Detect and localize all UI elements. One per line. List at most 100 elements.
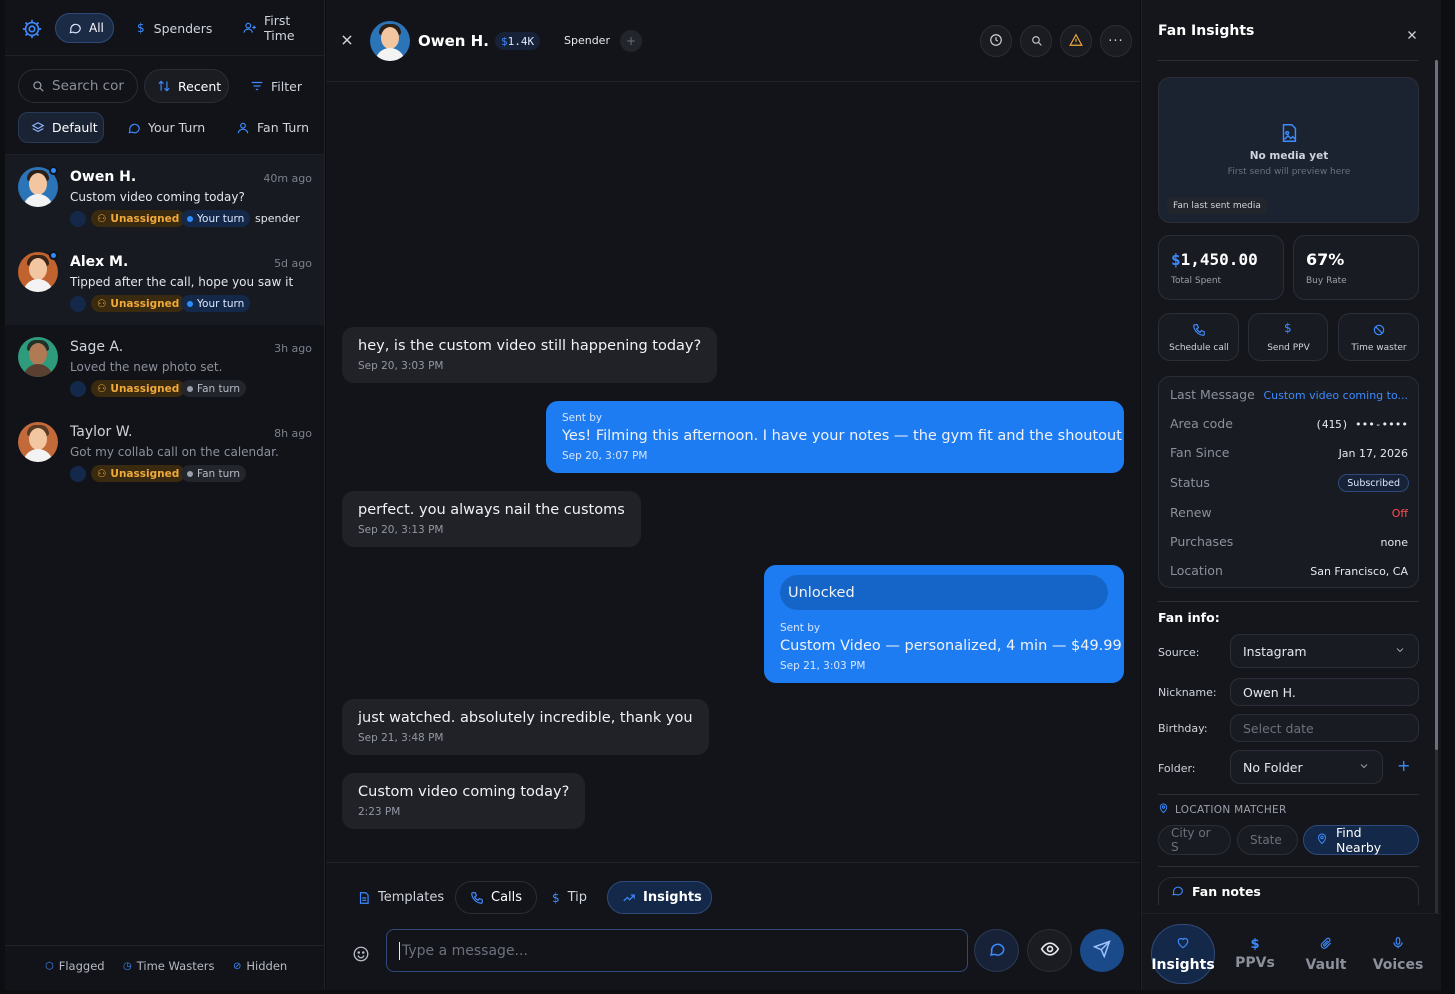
avatar [18, 422, 58, 462]
filter-button[interactable]: Filter [250, 69, 302, 103]
report-button[interactable] [1060, 25, 1092, 57]
app-window: All $ Spenders First Time Search cor Rec… [0, 0, 1455, 994]
divider [1158, 601, 1419, 602]
view-your-turn[interactable]: Your Turn [127, 112, 205, 143]
filter-tab-spenders[interactable]: $ Spenders [137, 13, 212, 43]
sort-recent-button[interactable]: Recent [144, 69, 229, 103]
unassigned-badge[interactable]: ⚇ Unassigned [91, 295, 186, 312]
unassigned-badge[interactable]: ⚇ Unassigned [91, 465, 186, 482]
more-dots-icon: ··· [1108, 33, 1124, 49]
search-chat-button[interactable] [1020, 25, 1052, 57]
unassigned-badge[interactable]: ⚇ Unassigned [91, 210, 186, 227]
unassigned-label: Unassigned [110, 297, 180, 310]
schedule-call-button[interactable]: Schedule call [1158, 313, 1239, 361]
state-input[interactable]: State [1237, 825, 1298, 855]
add-folder-button[interactable]: + [1397, 756, 1410, 775]
close-icon[interactable] [1406, 26, 1418, 39]
last-message-link[interactable]: Custom video coming to... [1263, 389, 1408, 402]
filter-label: Filter [271, 78, 302, 94]
media-label: Fan last sent media [1167, 197, 1267, 214]
renew-value: Off [1391, 507, 1408, 520]
message-sent-by: Sent by [562, 412, 603, 424]
unassigned-label: Unassigned [110, 382, 180, 395]
message-input[interactable]: Type a message... [386, 929, 968, 972]
send-ppv-button[interactable]: $ Send PPV [1248, 313, 1328, 361]
media-preview-card[interactable]: No media yet First send will preview her… [1158, 77, 1419, 223]
unlocked-badge: Unlocked [780, 575, 1108, 610]
birthday-input[interactable]: Select date [1230, 714, 1419, 742]
filter-tab-all[interactable]: All [55, 13, 114, 43]
fan-notes-section[interactable]: Fan notes [1158, 877, 1419, 905]
divider [1158, 794, 1419, 795]
time-waster-button[interactable]: Time waster [1338, 313, 1419, 361]
message-outgoing-ppv: Unlocked Sent by Custom Video — personal… [764, 565, 1124, 683]
nav-voices[interactable]: Voices [1366, 924, 1430, 984]
nickname-input[interactable]: Owen H. [1230, 678, 1419, 706]
time-wasters-label: Time Wasters [136, 959, 215, 973]
preview-button[interactable] [1027, 929, 1072, 972]
conversation-time: 8h ago [274, 427, 312, 440]
search-icon [1030, 32, 1043, 51]
folder-select[interactable]: No Folder [1230, 750, 1383, 784]
trend-up-icon [622, 891, 636, 905]
quick-reply-button[interactable] [974, 929, 1019, 972]
detail-label: Location [1170, 563, 1223, 578]
schedule-call-label: Schedule call [1169, 343, 1229, 353]
templates-button[interactable]: Templates [343, 881, 458, 914]
view-default-label: Default [52, 120, 98, 135]
close-icon[interactable] [340, 32, 354, 46]
time-wasters-link[interactable]: ◷ Time Wasters [123, 959, 215, 973]
view-fan-turn[interactable]: Fan Turn [236, 112, 309, 143]
folder-label: Folder: [1158, 762, 1196, 775]
emoji-icon[interactable] [352, 945, 370, 963]
online-indicator [49, 251, 58, 260]
history-button[interactable] [980, 25, 1012, 57]
more-button[interactable]: ··· [1100, 25, 1132, 57]
detail-label: Last Message [1170, 387, 1255, 402]
conversation-item-alex[interactable]: Alex M. 5d ago Tipped after the call, ho… [5, 240, 324, 325]
total-spent-card: $1,450.00 Total Spent [1158, 235, 1284, 300]
message-incoming: hey, is the custom video still happening… [342, 327, 718, 383]
time-waster-label: Time waster [1351, 343, 1407, 353]
calls-button[interactable]: Calls [455, 881, 538, 914]
find-nearby-button[interactable]: Find Nearby [1303, 825, 1419, 855]
sort-arrows-icon [157, 79, 171, 93]
nav-voices-label: Voices [1372, 956, 1424, 973]
media-empty-title: No media yet [1249, 150, 1329, 162]
nav-insights[interactable]: Insights [1151, 924, 1215, 984]
fan-notes-label: Fan notes [1192, 884, 1261, 899]
avatar [18, 337, 58, 377]
add-tag-symbol: + [625, 34, 637, 48]
nav-ppvs[interactable]: $ PPVs [1223, 924, 1287, 984]
settings-gear-icon[interactable] [21, 18, 43, 40]
turn-label: Fan turn [197, 467, 241, 480]
tip-button[interactable]: $ Tip [538, 881, 601, 914]
source-select[interactable]: Instagram [1230, 634, 1419, 668]
conversation-item-owen[interactable]: Owen H. 40m ago Custom video coming toda… [5, 155, 324, 240]
filter-tab-first-time[interactable]: First Time [243, 13, 324, 43]
scrollbar-thumb[interactable] [1435, 60, 1438, 750]
insights-button[interactable]: Insights [607, 881, 712, 914]
nav-vault[interactable]: Vault [1294, 924, 1358, 984]
unassigned-badge[interactable]: ⚇ Unassigned [91, 380, 186, 397]
nav-insights-label: Insights [1151, 956, 1215, 973]
flagged-link[interactable]: ⬡ Flagged [45, 959, 105, 973]
send-button[interactable] [1080, 929, 1124, 972]
online-indicator [49, 166, 58, 175]
currency-symbol: $ [1171, 250, 1181, 269]
microphone-icon [1391, 936, 1405, 954]
flagged-label: Flagged [58, 959, 105, 973]
unlocked-label: Unlocked [788, 584, 855, 601]
layers-icon [31, 121, 45, 135]
city-input[interactable]: City or S [1158, 825, 1231, 855]
chat-avatar[interactable] [370, 21, 410, 61]
fan-insights-panel: Fan Insights No media yet First send wil… [1141, 0, 1441, 990]
search-input[interactable]: Search cor [18, 69, 138, 103]
add-tag-button[interactable]: + [620, 30, 642, 52]
conversation-item-taylor[interactable]: Taylor W. 8h ago Got my collab call on t… [5, 410, 324, 495]
hidden-link[interactable]: ⊘ Hidden [233, 959, 287, 973]
view-default[interactable]: Default [18, 112, 104, 143]
divider [326, 862, 1140, 863]
conversation-item-sage[interactable]: Sage A. 3h ago Loved the new photo set. … [5, 325, 324, 410]
map-pin-icon [1316, 833, 1328, 848]
